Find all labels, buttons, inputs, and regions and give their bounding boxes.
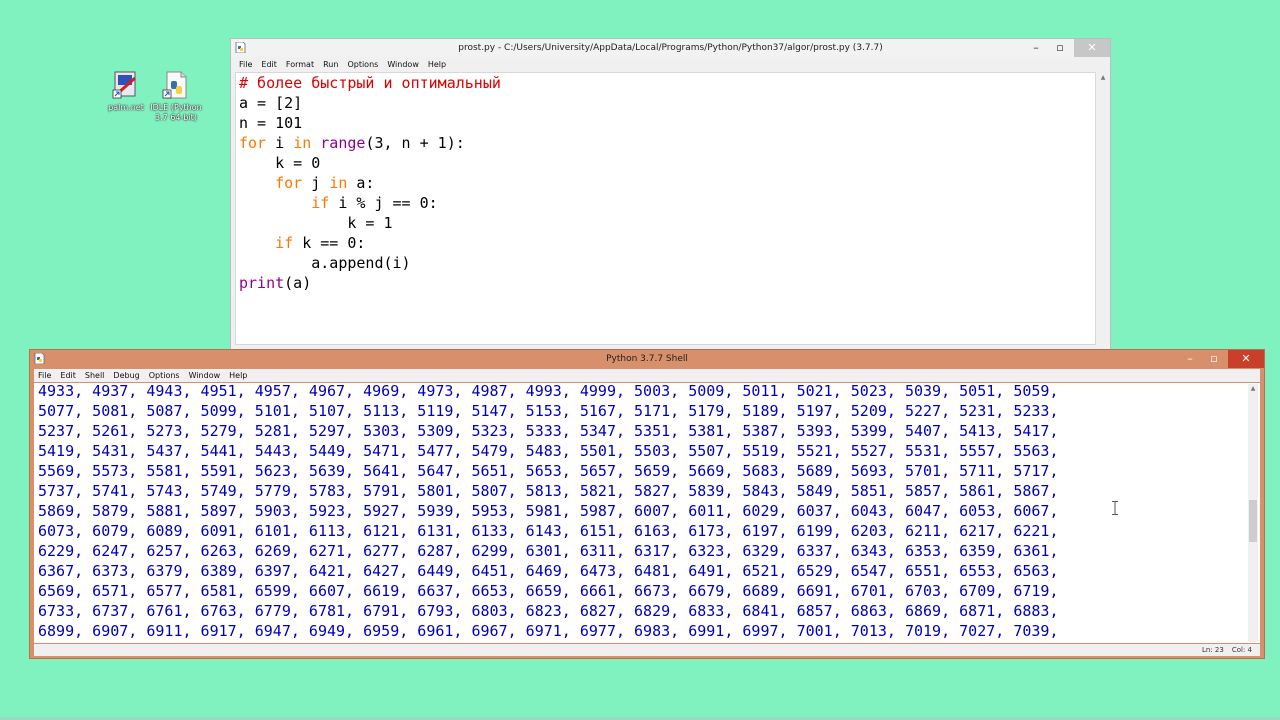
status-bar: Ln: 23 Col: 4 [34, 644, 1260, 656]
editor-scrollbar[interactable]: ▲ [1098, 73, 1108, 345]
menu-debug[interactable]: Debug [109, 369, 144, 382]
menu-help[interactable]: Help [225, 369, 252, 382]
code-line: a = [2] [239, 93, 302, 113]
output-line: 6569, 6571, 6577, 6581, 6599, 6607, 6619… [38, 582, 1059, 600]
menu-options[interactable]: Options [145, 369, 185, 382]
output-line: 5737, 5741, 5743, 5749, 5779, 5783, 5791… [38, 482, 1059, 500]
menu-window[interactable]: Window [383, 58, 424, 71]
code-line: a.append(i) [239, 253, 411, 273]
maximize-icon[interactable]: ▫ [1048, 39, 1072, 57]
menu-format[interactable]: Format [282, 58, 319, 71]
desktop-icon-idle[interactable]: IDLE (Python 3.7 64-bit) [148, 70, 204, 123]
editor-title: prost.py - C:/Users/University/AppData/L… [458, 43, 883, 53]
shell-scrollbar[interactable]: ▲ [1248, 384, 1258, 642]
code-line: if k == 0: [239, 233, 365, 253]
shell-output[interactable]: 4933, 4937, 4943, 4951, 4957, 4967, 4969… [34, 383, 1260, 643]
window-controls: – ▫ ✕ [1024, 39, 1110, 57]
text-cursor-icon [1112, 501, 1118, 515]
code-token: a.append(i) [239, 254, 411, 272]
menu-window[interactable]: Window [185, 369, 226, 382]
python-idle-icon [161, 70, 191, 100]
code-token: in [329, 174, 348, 192]
code-token: n = 101 [239, 114, 303, 132]
code-line: k = 0 [239, 153, 320, 173]
idle-app-icon [34, 353, 45, 364]
code-token: print [239, 274, 285, 292]
output-line: 6229, 6247, 6257, 6263, 6269, 6271, 6277… [38, 542, 1059, 560]
close-icon[interactable]: ✕ [1228, 350, 1264, 368]
menu-file[interactable]: File [34, 369, 56, 382]
menu-edit[interactable]: Edit [56, 369, 81, 382]
code-token: (3, n + 1): [365, 134, 465, 152]
editor-menubar: File Edit Format Run Options Window Help [235, 58, 1106, 71]
menu-help[interactable]: Help [424, 58, 451, 71]
code-token: in [293, 134, 312, 152]
shell-window: Python 3.7.7 Shell – ▫ ✕ File Edit Shell… [29, 349, 1265, 659]
code-line: # более быстрый и оптимальный [239, 73, 501, 93]
code-token: # более быстрый и оптимальный [239, 74, 501, 92]
code-token: for [239, 134, 267, 152]
code-line: if i % j == 0: [239, 193, 438, 213]
desktop-icon-palm[interactable]: palm.net [98, 70, 154, 113]
palm-shortcut-icon [111, 70, 141, 100]
editor-window: prost.py - C:/Users/University/AppData/L… [230, 38, 1111, 350]
output-line: 5077, 5081, 5087, 5099, 5101, 5107, 5113… [38, 402, 1059, 420]
code-line: for j in a: [239, 173, 374, 193]
shell-menubar: File Edit Shell Debug Options Window Hel… [34, 369, 1260, 382]
code-token: if [275, 234, 294, 252]
code-token: j [302, 174, 330, 192]
menu-run[interactable]: Run [319, 58, 343, 71]
desktop-icon-label: IDLE (Python 3.7 64-bit) [150, 103, 202, 122]
code-token: i % j == 0: [329, 194, 438, 212]
code-token: range [320, 134, 366, 152]
code-token: k == 0: [293, 234, 366, 252]
scroll-up-icon[interactable]: ▲ [1248, 384, 1258, 394]
desktop-icon-label: palm.net [108, 103, 144, 112]
window-controls: – ▫ ✕ [1178, 350, 1264, 368]
close-icon[interactable]: ✕ [1074, 39, 1110, 57]
idle-app-icon [235, 42, 246, 53]
code-token: a = [2] [239, 94, 303, 112]
output-line: 5569, 5573, 5581, 5591, 5623, 5639, 5641… [38, 462, 1059, 480]
output-line: 5869, 5879, 5881, 5897, 5903, 5923, 5927… [38, 502, 1059, 520]
shell-title: Python 3.7.7 Shell [606, 354, 688, 364]
code-line: n = 101 [239, 113, 302, 133]
menu-options[interactable]: Options [343, 58, 383, 71]
maximize-icon[interactable]: ▫ [1202, 350, 1226, 368]
code-line: for i in range(3, n + 1): [239, 133, 465, 153]
output-line: 6899, 6907, 6911, 6917, 6947, 6949, 6959… [38, 622, 1059, 640]
code-token: a: [347, 174, 375, 192]
code-token: i [266, 134, 294, 152]
menu-edit[interactable]: Edit [257, 58, 282, 71]
scroll-thumb[interactable] [1249, 500, 1257, 542]
scroll-up-icon[interactable]: ▲ [1098, 73, 1108, 83]
code-token: for [275, 174, 303, 192]
status-col: Col: 4 [1231, 646, 1252, 654]
code-token: (a) [284, 274, 312, 292]
code-token: k = 0 [239, 154, 321, 172]
output-line: 4933, 4937, 4943, 4951, 4957, 4967, 4969… [38, 383, 1059, 400]
editor-titlebar[interactable]: prost.py - C:/Users/University/AppData/L… [231, 39, 1110, 57]
menu-file[interactable]: File [235, 58, 257, 71]
output-line: 6073, 6079, 6089, 6091, 6101, 6113, 6121… [38, 522, 1059, 540]
status-line: Ln: 23 [1202, 646, 1224, 654]
output-line: 6733, 6737, 6761, 6763, 6779, 6781, 6791… [38, 602, 1059, 620]
menu-shell[interactable]: Shell [81, 369, 110, 382]
minimize-icon[interactable]: – [1178, 350, 1202, 368]
output-line: 5419, 5431, 5437, 5441, 5443, 5449, 5471… [38, 442, 1059, 460]
shell-titlebar[interactable]: Python 3.7.7 Shell – ▫ ✕ [30, 350, 1264, 368]
code-line: k = 1 [239, 213, 393, 233]
code-token: if [311, 194, 330, 212]
minimize-icon[interactable]: – [1024, 39, 1048, 57]
output-line: 6367, 6373, 6379, 6389, 6397, 6421, 6427… [38, 562, 1059, 580]
code-line: print(a) [239, 273, 311, 293]
code-editor[interactable]: # более быстрый и оптимальный a = [2] n = … [235, 72, 1096, 345]
code-token: k = 1 [239, 214, 393, 232]
output-line: 5237, 5261, 5273, 5279, 5281, 5297, 5303… [38, 422, 1059, 440]
